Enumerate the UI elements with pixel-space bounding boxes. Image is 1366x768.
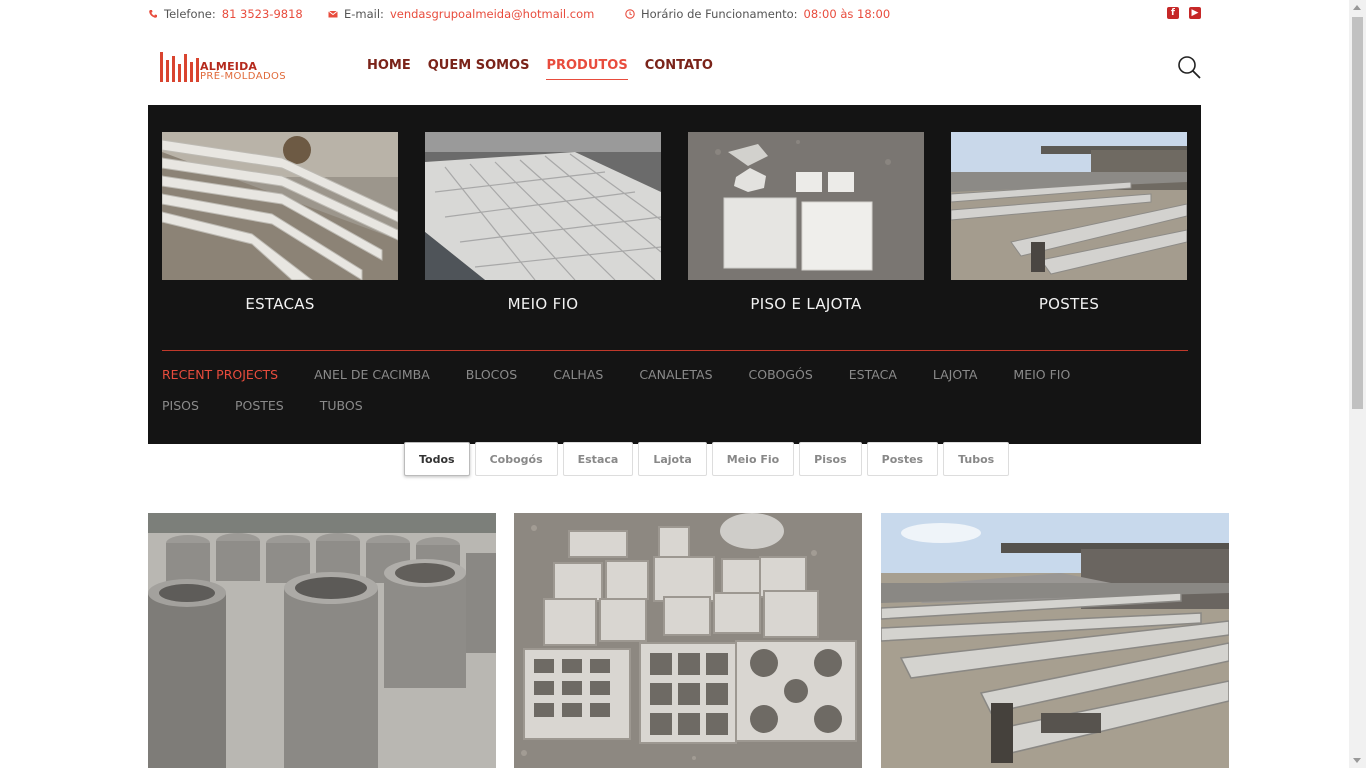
products-mega-menu: ESTACAS MEIO FIO PISO E LAJOTA POSTES RE…	[148, 105, 1201, 444]
category-links-row: PISOS POSTES TUBOS	[162, 398, 1142, 413]
category-meio-fio[interactable]: MEIO FIO	[425, 132, 661, 313]
category-postes[interactable]: POSTES	[951, 132, 1187, 313]
phone-number[interactable]: 81 3523-9818	[222, 7, 303, 21]
gallery-image-cobogos[interactable]	[514, 513, 862, 768]
search-icon[interactable]	[1177, 55, 1201, 79]
link-canaletas[interactable]: CANALETAS	[639, 367, 712, 382]
filter-lajota[interactable]: Lajota	[638, 442, 707, 476]
gallery-image-tubos[interactable]	[148, 513, 496, 768]
page-scrollbar[interactable]	[1349, 0, 1366, 768]
category-image-piso-e-lajota[interactable]	[688, 132, 924, 280]
mega-menu-divider	[162, 350, 1188, 351]
category-links: RECENT PROJECTS ANEL DE CACIMBA BLOCOS C…	[162, 367, 1142, 429]
gallery-item-tubos[interactable]	[148, 513, 496, 768]
gallery-image-postes[interactable]	[881, 513, 1229, 768]
category-label-estacas[interactable]: ESTACAS	[162, 295, 398, 313]
hours-info: Horário de Funcionamento: 08:00 às 18:00	[625, 7, 890, 21]
nav-contato[interactable]: CONTATO	[645, 58, 713, 80]
phone-icon	[149, 10, 157, 18]
clock-icon	[625, 9, 635, 19]
logo-tagline: PRÉ-MOLDADOS	[200, 71, 287, 82]
filter-todos[interactable]: Todos	[404, 442, 470, 476]
link-anel-de-cacimba[interactable]: ANEL DE CACIMBA	[314, 367, 430, 382]
link-meio-fio[interactable]: MEIO FIO	[1013, 367, 1070, 382]
youtube-icon[interactable]: ▶	[1189, 7, 1201, 19]
gallery-filters: Todos Cobogós Estaca Lajota Meio Fio Pis…	[404, 442, 1010, 476]
link-calhas[interactable]: CALHAS	[553, 367, 603, 382]
category-image-estacas[interactable]	[162, 132, 398, 280]
gallery-item-cobogos[interactable]	[514, 513, 862, 768]
hours-value: 08:00 às 18:00	[803, 7, 891, 21]
link-lajota[interactable]: LAJOTA	[933, 367, 978, 382]
email-label: E-mail:	[344, 7, 384, 21]
top-info-bar: Telefone: 81 3523-9818 E-mail: vendasgru…	[148, 0, 1201, 28]
phone-info: Telefone: 81 3523-9818	[148, 7, 303, 21]
nav-produtos[interactable]: PRODUTOS	[546, 58, 628, 80]
main-nav: HOME QUEM SOMOS PRODUTOS CONTATO	[367, 58, 713, 80]
link-cobogos[interactable]: COBOGÓS	[749, 367, 813, 382]
category-estacas[interactable]: ESTACAS	[162, 132, 398, 313]
link-estaca[interactable]: ESTACA	[849, 367, 897, 382]
logo-mark-icon	[160, 50, 199, 82]
filter-meio-fio[interactable]: Meio Fio	[711, 442, 795, 476]
category-links-row: RECENT PROJECTS ANEL DE CACIMBA BLOCOS C…	[162, 367, 1142, 382]
phone-label: Telefone:	[164, 7, 216, 21]
filter-cobogos[interactable]: Cobogós	[474, 442, 558, 476]
envelope-icon	[328, 10, 338, 18]
filter-pisos[interactable]: Pisos	[799, 442, 862, 476]
link-postes[interactable]: POSTES	[235, 398, 284, 413]
gallery-item-postes[interactable]	[881, 513, 1229, 768]
filter-postes[interactable]: Postes	[866, 442, 939, 476]
email-info: E-mail: vendasgrupoalmeida@hotmail.com	[328, 7, 594, 21]
scroll-up-arrow-icon[interactable]	[1353, 5, 1361, 10]
filter-tubos[interactable]: Tubos	[943, 442, 1010, 476]
hours-label: Horário de Funcionamento:	[641, 7, 798, 21]
category-piso-e-lajota[interactable]: PISO E LAJOTA	[688, 132, 924, 313]
social-links: f ▶	[1167, 7, 1201, 19]
link-tubos[interactable]: TUBOS	[320, 398, 363, 413]
site-logo[interactable]: ALMEIDA PRÉ-MOLDADOS	[160, 50, 290, 84]
link-recent-projects[interactable]: RECENT PROJECTS	[162, 367, 278, 382]
category-label-piso-e-lajota[interactable]: PISO E LAJOTA	[688, 295, 924, 313]
category-label-postes[interactable]: POSTES	[951, 295, 1187, 313]
scrollbar-thumb[interactable]	[1352, 17, 1363, 409]
filter-estaca[interactable]: Estaca	[562, 442, 634, 476]
nav-quem-somos[interactable]: QUEM SOMOS	[428, 58, 530, 80]
email-link[interactable]: vendasgrupoalmeida@hotmail.com	[390, 7, 594, 21]
scroll-down-arrow-icon[interactable]	[1353, 758, 1361, 763]
category-image-meio-fio[interactable]	[425, 132, 661, 280]
link-pisos[interactable]: PISOS	[162, 398, 199, 413]
category-label-meio-fio[interactable]: MEIO FIO	[425, 295, 661, 313]
link-blocos[interactable]: BLOCOS	[466, 367, 517, 382]
facebook-icon[interactable]: f	[1167, 7, 1179, 19]
category-image-postes[interactable]	[951, 132, 1187, 280]
nav-home[interactable]: HOME	[367, 58, 411, 80]
